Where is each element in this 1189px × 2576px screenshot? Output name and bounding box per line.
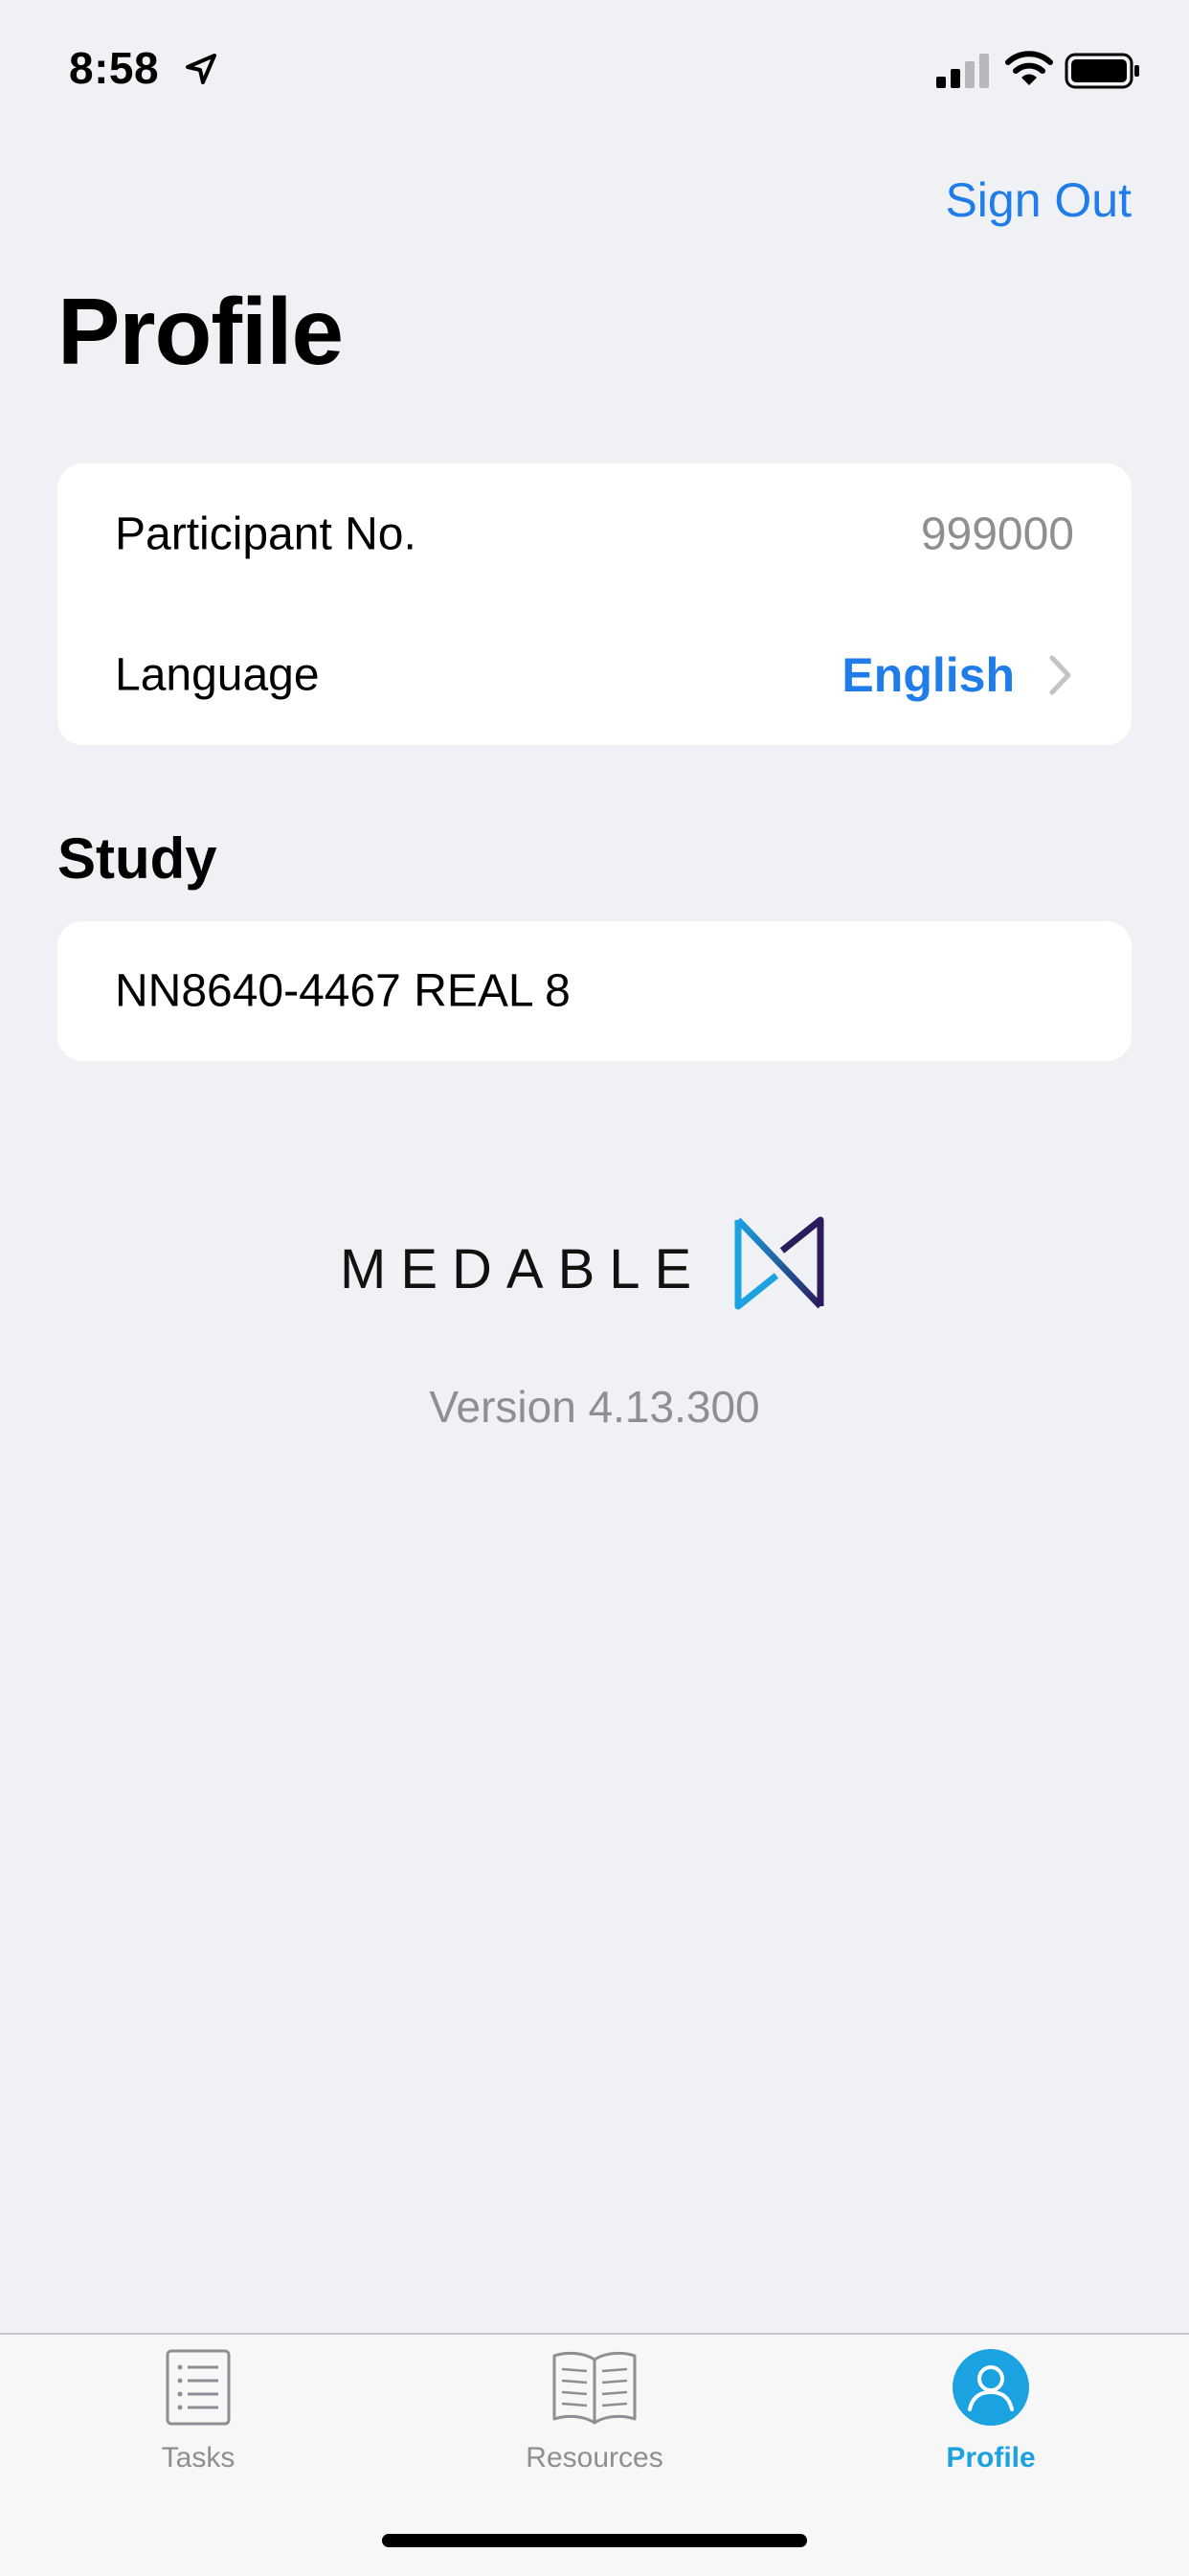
page-title: Profile [57,279,344,384]
medable-logo: MEDABLE [340,1216,838,1312]
participant-label: Participant No. [115,508,416,559]
status-bar: 8:58 [0,0,1189,134]
participant-row: Participant No. 999000 [57,463,1132,604]
language-row[interactable]: Language English [57,604,1132,745]
wifi-icon [1005,51,1053,85]
profile-info-card: Participant No. 999000 Language English [57,463,1132,745]
checklist-icon [166,2349,231,2426]
language-value[interactable]: English [841,647,1015,703]
logo-wordmark: MEDABLE [340,1238,707,1300]
tab-resources[interactable]: Resources [396,2335,793,2497]
study-name: NN8640-4467 REAL 8 [115,965,571,1017]
cellular-signal-icon [936,54,989,88]
tab-profile[interactable]: Profile [793,2335,1189,2497]
battery-icon [1065,53,1139,89]
chevron-right-icon [1049,655,1071,694]
open-book-icon [552,2351,637,2425]
status-time: 8:58 [69,43,160,93]
home-indicator [382,2534,807,2547]
sign-out-button[interactable]: Sign Out [945,172,1132,228]
tab-tasks-label: Tasks [161,2442,236,2474]
tab-tasks[interactable]: Tasks [0,2335,396,2497]
language-label: Language [115,649,320,700]
study-section-title: Study [57,826,217,891]
participant-number: 999000 [920,508,1074,559]
medable-mark-icon [734,1216,824,1310]
tab-bar: Tasks Resources Profile [0,2333,1189,2576]
person-icon [953,2349,1029,2426]
app-version: Version 4.13.300 [429,1382,760,1432]
tab-profile-label: Profile [946,2442,1036,2474]
location-arrow-icon [186,54,216,84]
tab-resources-label: Resources [526,2442,663,2474]
study-card: NN8640-4467 REAL 8 [57,921,1132,1061]
